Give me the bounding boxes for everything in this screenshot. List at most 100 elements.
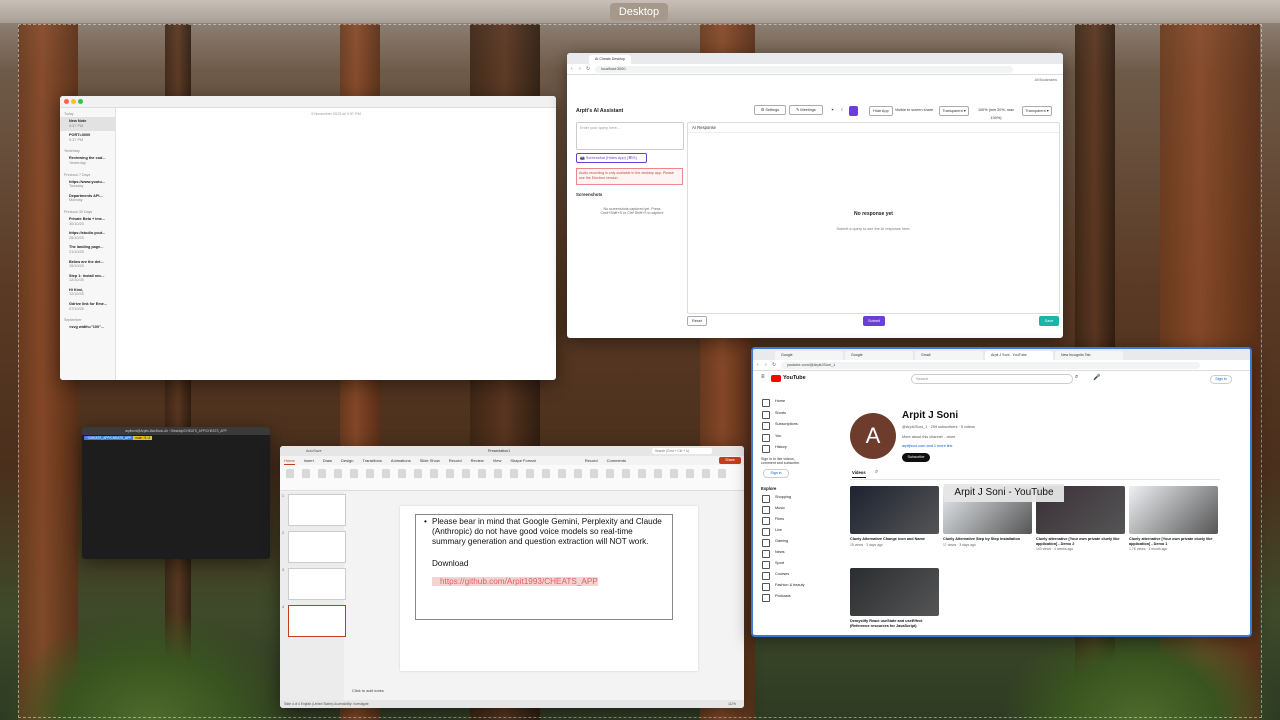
ribbon-tool-icon[interactable] [510,469,518,478]
subscribe-button[interactable]: Subscribe [902,453,930,462]
minimize-icon[interactable] [71,99,76,104]
ribbon-tool-icon[interactable] [398,469,406,478]
ribbon-tool-icon[interactable] [622,469,630,478]
ribbon-tool-icon[interactable] [350,469,358,478]
screenshot-button[interactable]: 📷 Screenshot (Hides App) (⌘/S) [576,153,647,163]
ribbon-tool-icon[interactable] [558,469,566,478]
ribbon-tool-icon[interactable] [638,469,646,478]
back-icon[interactable]: ‹ [757,362,759,368]
explore-item[interactable]: Sport [753,558,813,569]
comments-button[interactable]: Comments [607,456,626,465]
explore-item[interactable]: Music [753,503,813,514]
youtube-browser-window[interactable]: Google Google Gmail Arpit J Soni - YouTube N… [751,347,1252,637]
youtube-logo-icon[interactable] [771,375,781,382]
ribbon-tool-icon[interactable] [318,469,326,478]
channel-link[interactable]: arpitjsoni.com and 1 more link [902,444,952,448]
explore-item[interactable]: Podcasts [753,591,813,602]
video-thumbnail[interactable] [850,568,939,616]
video-card[interactable]: Demystify React useState and useEffect (… [850,568,939,629]
slide-canvas[interactable]: Please bear in mind that Google Gemini, … [400,506,698,671]
url-input[interactable]: youtube.com/@ArpitJSoni_1 [781,362,1200,369]
note-item[interactable]: Reviewing the cod... Yesterday [60,154,115,168]
ribbon-tab[interactable]: Design [341,456,353,465]
video-title[interactable]: Cluely Alternative Step by Step Installa… [943,537,1032,542]
ribbon-tab[interactable]: Animations [391,456,411,465]
explore-item[interactable]: Shopping [753,492,813,503]
ribbon-tool-icon[interactable] [414,469,422,478]
sidebar-item[interactable]: History [753,442,813,454]
note-item[interactable]: https://studio.yout... 26/10/25 [60,229,115,243]
ribbon-tab[interactable]: Record [449,456,462,465]
explore-item[interactable]: Courses [753,569,813,580]
ribbon-tool-icon[interactable] [478,469,486,478]
sidebar-signin-button[interactable]: Sign in [763,468,789,478]
video-card[interactable]: Cluely alternative [Your own private clu… [1129,486,1218,551]
note-item[interactable]: Hi Kimi, 12/10/25 [60,286,115,300]
explore-item[interactable]: Gaming [753,536,813,547]
ribbon-tab[interactable]: Transitions [362,456,381,465]
signin-button[interactable]: Sign in [1210,375,1232,384]
search-input[interactable]: Search (Cmd + Ctrl + U) [652,448,712,454]
ribbon-tool-icon[interactable] [286,469,294,478]
ribbon-tool-icon[interactable] [302,469,310,478]
settings-button[interactable]: ⚙ Settings [754,105,786,115]
url-input[interactable]: localhost:3000 [595,66,1013,73]
video-title[interactable]: Cluely alternative [Your own private clu… [1036,537,1125,546]
tab-ai-cheats[interactable]: AI Cheats Desktop [589,55,631,64]
video-thumbnail[interactable] [850,486,939,534]
note-item[interactable]: Below are the det... 15/10/25 [60,258,115,272]
sidebar-item[interactable]: You [753,431,813,443]
sidebar-item[interactable]: Shorts [753,408,813,420]
slide-thumbnail[interactable] [288,494,346,526]
desktop-label[interactable]: Desktop [610,3,668,21]
ribbon-tool-icon[interactable] [606,469,614,478]
search-icon[interactable]: ⌕ [875,469,878,476]
tab-videos[interactable]: Videos [852,470,866,478]
ribbon-tab[interactable]: Review [471,456,484,465]
note-item[interactable]: https://www.youtu... Tuesday [60,178,115,192]
note-item[interactable]: Gdrive link for Eme... 07/10/25 [60,300,115,314]
ribbon-tool-icon[interactable] [382,469,390,478]
video-title[interactable]: Cluely alternative [Your own private clu… [1129,537,1218,546]
back-icon[interactable]: ‹ [571,66,573,72]
search-input[interactable]: Search [911,374,1073,384]
ribbon-tab[interactable]: Shape Format [510,456,535,465]
close-icon[interactable] [64,99,69,104]
note-item[interactable]: The landing page... 21/10/25 [60,243,115,257]
note-item[interactable]: Private Beta + Ime... 30/10/25 [60,215,115,229]
ribbon-tool-icon[interactable] [526,469,534,478]
note-item[interactable]: PORT=3000 9:37 PM [60,131,115,145]
note-item[interactable]: Departments API... Monday [60,192,115,206]
explore-item[interactable]: Fashion & beauty [753,580,813,591]
transparent-select-2[interactable]: Transparent ▾ [1022,106,1052,116]
github-link[interactable]: https://github.com/Arpit1993/CHEATS_APP [432,577,598,586]
ribbon-tool-icon[interactable] [718,469,726,478]
autosave-label[interactable]: AutoSave [306,446,322,456]
slide-thumbnail[interactable] [288,568,346,600]
mic-icon[interactable]: 🎤 [1093,374,1100,381]
forward-icon[interactable]: › [765,362,767,368]
slide-thumbnail[interactable] [288,531,346,563]
video-card[interactable]: Cluely Alternative Change Icon and Name 1… [850,486,939,547]
ribbon-tool-icon[interactable] [686,469,694,478]
ribbon-tool-icon[interactable] [462,469,470,478]
video-title[interactable]: Cluely Alternative Change Icon and Name [850,537,939,542]
browser-tab[interactable]: Gmail [915,351,983,360]
ribbon-tool-icon[interactable] [430,469,438,478]
submit-button[interactable]: Submit [863,316,885,326]
browser-tab[interactable]: Google [845,351,913,360]
youtube-logo-text[interactable]: YouTube [783,375,806,381]
sidebar-item[interactable]: Subscriptions [753,419,813,431]
explore-item[interactable]: Films [753,514,813,525]
browser-tab[interactable]: Google [775,351,843,360]
forward-icon[interactable]: › [579,66,581,72]
transparent-select[interactable]: Transparent ▾ [939,106,969,116]
ribbon-tool-icon[interactable] [494,469,502,478]
ribbon-tool-icon[interactable] [670,469,678,478]
notes-window[interactable]: Today New Note 9:37 PM PORT=3000 9:37 PM Yest… [60,96,556,380]
ribbon-tab[interactable]: Draw [323,456,332,465]
browser-tab[interactable]: Arpit J Soni - YouTube [985,351,1053,360]
zoom-level[interactable]: 112% [728,700,736,708]
reload-icon[interactable]: ↻ [586,66,590,72]
all-bookmarks[interactable]: All Bookmarks [1035,78,1057,82]
